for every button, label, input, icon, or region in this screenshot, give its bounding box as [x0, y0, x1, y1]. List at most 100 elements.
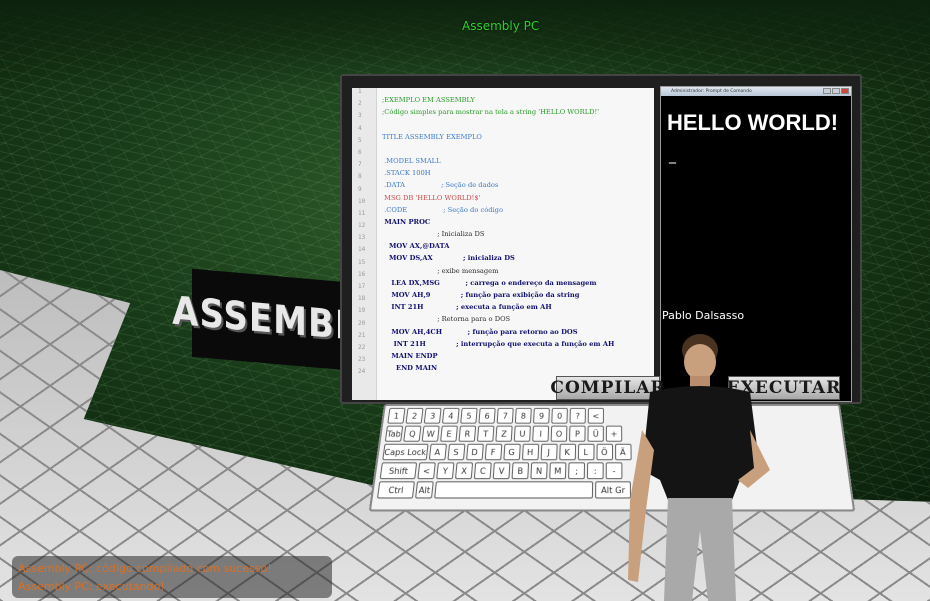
- key[interactable]: H: [521, 443, 539, 461]
- key[interactable]: Ü: [587, 425, 604, 442]
- code-line: MAIN PROC: [382, 217, 431, 226]
- chat-history: Assembly PC: código compilado com sucess…: [12, 556, 332, 598]
- key[interactable]: 2: [405, 407, 424, 424]
- key[interactable]: C: [473, 462, 492, 480]
- key[interactable]: 4: [441, 407, 460, 424]
- space-key[interactable]: [434, 481, 594, 499]
- key[interactable]: Shift: [379, 462, 418, 480]
- key[interactable]: V: [492, 462, 511, 480]
- key[interactable]: 7: [496, 407, 514, 424]
- key[interactable]: 1: [387, 407, 406, 424]
- line-number: 1: [358, 88, 362, 95]
- key[interactable]: 9: [533, 407, 550, 424]
- key[interactable]: W: [421, 425, 440, 442]
- line-number: 22: [358, 343, 366, 351]
- object-floating-title: Assembly PC: [462, 19, 540, 33]
- key[interactable]: :: [586, 462, 604, 480]
- line-number: 18: [358, 295, 366, 303]
- key[interactable]: G: [502, 443, 521, 461]
- avatar[interactable]: [620, 330, 790, 601]
- key[interactable]: O: [550, 425, 568, 442]
- code-editor-screen[interactable]: 1 2 3 4 5 6 7 8 9 10 11 12 13 14 15 16 17 18 19 20 21 22 23 24 …: [352, 88, 654, 400]
- key[interactable]: <: [417, 462, 436, 480]
- console-titlebar: Administrador: Prompt de Comando: [661, 87, 851, 96]
- maximize-icon[interactable]: [832, 88, 840, 94]
- key[interactable]: A: [428, 443, 447, 461]
- avatar-name-tag: Pablo Dalsasso: [662, 309, 745, 322]
- line-number: 5: [358, 136, 362, 144]
- key[interactable]: <: [587, 407, 604, 424]
- code-line: MOV AX,@DATA: [382, 242, 450, 251]
- key[interactable]: P: [569, 425, 586, 442]
- key[interactable]: 0: [551, 407, 568, 424]
- key[interactable]: X: [454, 462, 474, 480]
- assembly-sign: ASSEMBLY: [172, 268, 378, 372]
- key[interactable]: Q: [403, 425, 422, 442]
- key[interactable]: Z: [495, 425, 513, 442]
- code-line: TITLE ASSEMBLY EXEMPLO: [382, 132, 482, 141]
- key[interactable]: Ctrl: [376, 481, 415, 499]
- chat-line: Assembly PC: executando!: [18, 580, 165, 593]
- key[interactable]: 6: [478, 407, 496, 424]
- code-line: ; Inicializa DS: [382, 230, 485, 239]
- line-number: 21: [358, 331, 366, 339]
- line-number: 14: [358, 246, 366, 254]
- key[interactable]: N: [530, 462, 548, 480]
- key[interactable]: E: [440, 425, 458, 442]
- line-number: 15: [358, 258, 366, 266]
- line-number: 2: [358, 100, 362, 108]
- key[interactable]: L: [577, 443, 595, 461]
- code-line: .STACK 100H: [382, 169, 431, 178]
- line-number: 4: [358, 124, 362, 132]
- key[interactable]: ?: [569, 407, 586, 424]
- key[interactable]: S: [446, 443, 465, 461]
- line-number: 19: [358, 307, 366, 315]
- key[interactable]: 3: [423, 407, 442, 424]
- avatar-head: [684, 344, 716, 380]
- code-line: ; exibe mensagem: [382, 266, 499, 275]
- key[interactable]: T: [476, 425, 495, 442]
- key[interactable]: M: [549, 462, 567, 480]
- line-number: 16: [358, 270, 366, 278]
- key[interactable]: R: [458, 425, 477, 442]
- key[interactable]: Caps Lock: [382, 443, 429, 461]
- key[interactable]: U: [513, 425, 531, 442]
- code-line: .DATA ; Seção de dados: [382, 181, 499, 190]
- key[interactable]: B: [511, 462, 530, 480]
- code-line: MOV DS,AX ; inicializa DS: [382, 254, 515, 263]
- console-title: Administrador: Prompt de Comando: [671, 89, 752, 94]
- minimize-icon[interactable]: [823, 88, 831, 94]
- avatar-left-arm: [628, 430, 654, 582]
- code-line: END MAIN: [382, 364, 438, 373]
- key[interactable]: J: [540, 443, 558, 461]
- key[interactable]: 8: [514, 407, 532, 424]
- line-number: 7: [358, 161, 362, 169]
- key[interactable]: Y: [436, 462, 455, 480]
- code-line: INT 21H ; interrupção que executa a funç…: [382, 339, 615, 348]
- code-line: MAIN ENDP: [382, 351, 438, 360]
- key[interactable]: ;: [568, 462, 586, 480]
- close-icon[interactable]: [841, 88, 849, 94]
- line-number: 6: [358, 148, 362, 156]
- line-number: 12: [358, 222, 366, 230]
- key[interactable]: I: [532, 425, 550, 442]
- key[interactable]: F: [484, 443, 502, 461]
- key[interactable]: D: [465, 443, 484, 461]
- code-text: ;EXEMPLO EM ASSEMBLY ;Código simples para…: [382, 94, 652, 387]
- code-line: ;Código simples para mostrar na tela a s…: [382, 108, 600, 117]
- code-line: .MODEL SMALL: [382, 156, 441, 165]
- key[interactable]: Ö: [595, 443, 613, 461]
- chat-line: Assembly PC: código compilado com sucess…: [18, 562, 272, 575]
- line-number: 10: [358, 197, 366, 205]
- code-line: ;EXEMPLO EM ASSEMBLY: [382, 96, 475, 104]
- code-line: LEA DX,MSG ; carrega o endereço da mensa…: [382, 278, 597, 287]
- key[interactable]: Alt: [415, 481, 434, 499]
- window-controls: [823, 88, 849, 94]
- key[interactable]: Tab: [384, 425, 404, 442]
- key[interactable]: 5: [460, 407, 478, 424]
- code-line: MOV AH,9 ; função para exibição da strin…: [382, 291, 580, 299]
- key[interactable]: K: [558, 443, 576, 461]
- console-cursor: _: [669, 148, 676, 164]
